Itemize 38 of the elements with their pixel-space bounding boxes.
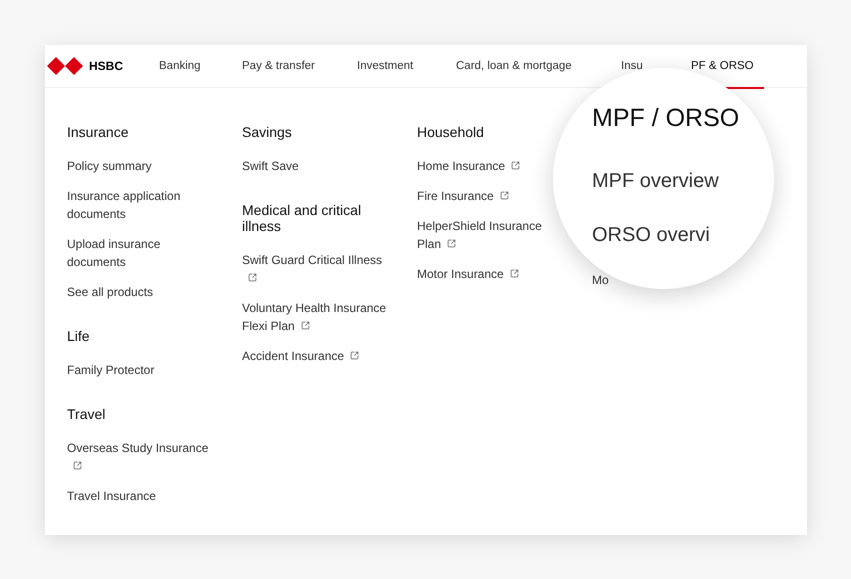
nav-tab[interactable]: PF & ORSO <box>691 60 754 72</box>
nav-tab[interactable]: Banking <box>159 60 201 72</box>
nav-tab[interactable]: Investment <box>357 60 414 72</box>
menu-link[interactable]: Insurance application documents <box>67 187 217 223</box>
menu-link[interactable]: Policy summary <box>67 157 217 175</box>
external-link-icon <box>300 320 310 330</box>
menu-link[interactable]: Home Insurance <box>417 157 567 175</box>
section-heading: Life <box>67 328 91 344</box>
nav-tab[interactable]: Insu <box>621 60 643 72</box>
menu-link[interactable]: HelperShield Insurance Plan <box>417 217 567 253</box>
external-link-icon <box>350 350 360 360</box>
section-heading: Savings <box>242 124 293 140</box>
menu-link[interactable]: See all products <box>67 283 217 301</box>
external-link-icon <box>510 268 519 278</box>
section-heading: Insurance <box>67 124 130 140</box>
menu-link[interactable]: Overseas Study Insurance <box>67 439 217 475</box>
nav-tab[interactable]: Card, loan & mortgage <box>456 60 572 72</box>
external-link-icon <box>248 272 257 282</box>
menu-link[interactable]: Travel Insurance <box>67 487 217 505</box>
nav-tab[interactable]: Pay & transfer <box>242 60 315 72</box>
magnified-heading: MPF / ORSO <box>592 103 740 133</box>
menu-link[interactable]: Upload insurance documents <box>67 235 217 271</box>
menu-link[interactable]: Swift Save <box>242 157 392 175</box>
external-link-icon <box>447 238 456 248</box>
section-heading: Medical and critical illness <box>242 202 362 234</box>
menu-link[interactable]: Accident Insurance <box>242 347 392 365</box>
external-link-icon <box>500 190 509 200</box>
external-link-icon <box>73 460 82 470</box>
menu-link[interactable]: Fire Insurance <box>417 187 567 205</box>
menu-link[interactable]: Swift Guard Critical Illness <box>242 251 392 287</box>
brand-name: HSBC <box>89 58 124 75</box>
external-link-icon <box>511 160 520 170</box>
section-heading: Travel <box>67 406 106 422</box>
menu-link[interactable]: Mo <box>592 273 609 287</box>
menu-link[interactable]: Family Protector <box>67 361 217 379</box>
menu-link[interactable]: Motor Insurance <box>417 265 567 283</box>
section-heading: Household <box>417 124 485 140</box>
menu-link[interactable]: Voluntary Health Insurance Flexi Plan <box>242 299 392 335</box>
